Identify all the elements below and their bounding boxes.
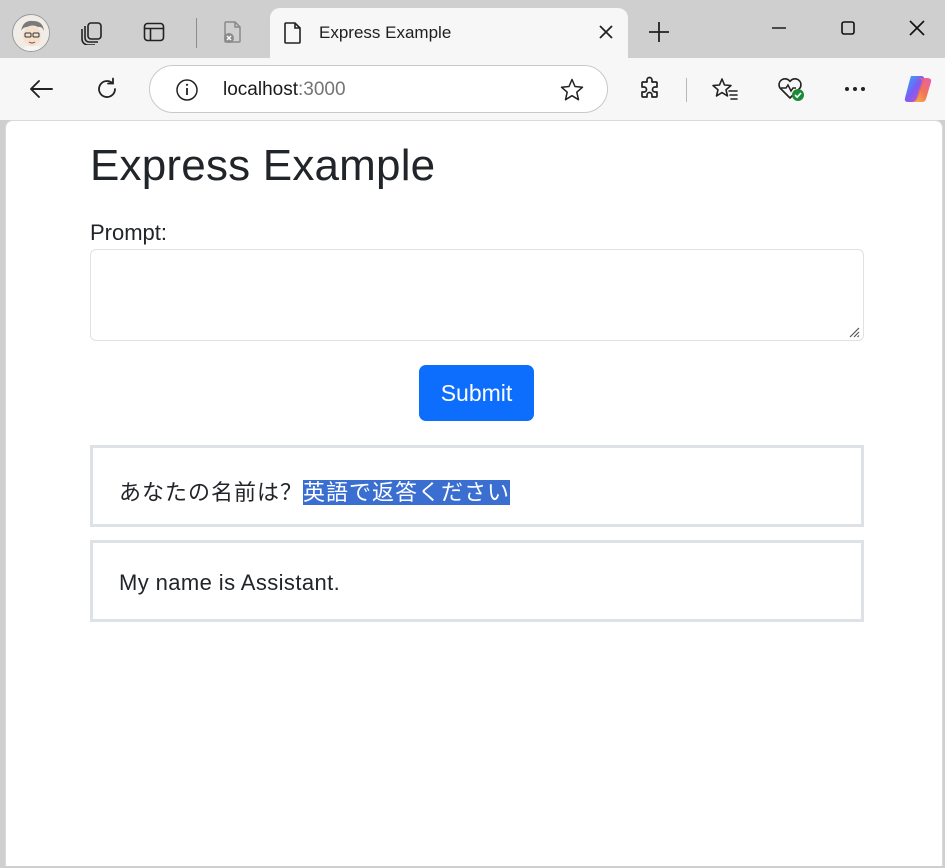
site-info-icon[interactable]	[174, 77, 200, 108]
vertical-tabs-icon[interactable]	[132, 10, 176, 54]
toolbar-separator	[686, 78, 687, 102]
new-tab-icon[interactable]	[637, 10, 681, 54]
browser-toolbar: localhost:3000	[0, 58, 945, 120]
url-text: localhost:3000	[223, 79, 346, 101]
profile-avatar[interactable]	[12, 14, 50, 52]
more-options-icon[interactable]	[833, 67, 877, 111]
workspaces-icon[interactable]	[70, 10, 114, 54]
answer-message-box: My name is Assistant.	[90, 540, 864, 622]
tab-title: Express Example	[319, 23, 452, 42]
question-unselected-text[interactable]: あなたの名前は？	[119, 480, 303, 505]
address-bar[interactable]: localhost:3000	[149, 65, 608, 113]
tab-separator	[196, 18, 197, 48]
minimize-icon[interactable]	[754, 6, 804, 50]
browser-essentials-icon[interactable]	[769, 67, 813, 111]
page-title: Express Example	[90, 141, 436, 190]
prompt-textarea[interactable]	[90, 249, 864, 341]
close-window-icon[interactable]	[892, 6, 942, 50]
prompt-label: Prompt:	[90, 220, 168, 245]
tab-strip: Express Example	[0, 0, 945, 60]
maximize-icon[interactable]	[823, 6, 873, 50]
inactive-tab-error-icon[interactable]	[210, 10, 254, 54]
question-message-box: あなたの名前は？英語で返答ください	[90, 445, 864, 527]
refresh-icon[interactable]	[85, 67, 129, 111]
question-text[interactable]: あなたの名前は？英語で返答ください	[119, 475, 511, 507]
copilot-icon[interactable]	[896, 67, 940, 111]
favorite-star-icon[interactable]	[559, 77, 585, 108]
profile-avatar-image	[13, 15, 49, 51]
tab-express-example[interactable]: Express Example	[270, 8, 628, 60]
url-host: localhost	[223, 79, 298, 100]
close-tab-icon[interactable]	[592, 18, 620, 46]
page-icon	[282, 21, 304, 50]
page-viewport: Express Example Prompt: Submit あなたの名前は？英…	[5, 120, 943, 866]
resize-grip-icon[interactable]	[848, 325, 860, 343]
submit-button[interactable]: Submit	[419, 365, 534, 421]
answer-text[interactable]: My name is Assistant.	[119, 570, 340, 596]
back-icon[interactable]	[19, 67, 63, 111]
favorites-icon[interactable]	[703, 67, 747, 111]
question-selected-text[interactable]: 英語で返答ください	[303, 480, 511, 505]
extensions-icon[interactable]	[628, 67, 672, 111]
url-port: :3000	[298, 79, 346, 100]
